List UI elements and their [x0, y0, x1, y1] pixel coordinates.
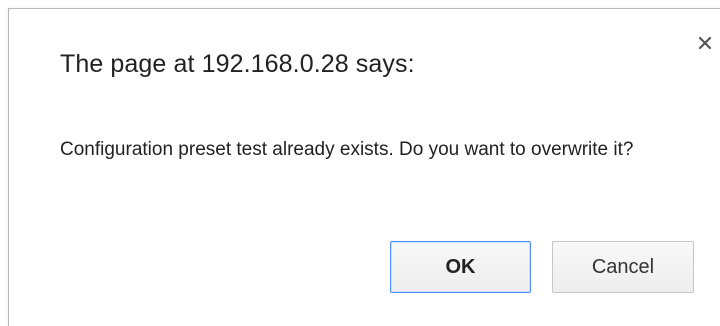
screen: The page at 192.168.0.28 says: Configura… — [0, 0, 720, 326]
ok-button[interactable]: OK — [390, 241, 531, 293]
dialog-message: Configuration preset test already exists… — [60, 139, 634, 160]
close-icon — [698, 36, 712, 50]
close-button[interactable] — [693, 31, 717, 55]
dialog-title: The page at 192.168.0.28 says: — [60, 50, 415, 78]
cancel-button[interactable]: Cancel — [552, 241, 694, 293]
alert-dialog: The page at 192.168.0.28 says: Configura… — [8, 8, 720, 326]
